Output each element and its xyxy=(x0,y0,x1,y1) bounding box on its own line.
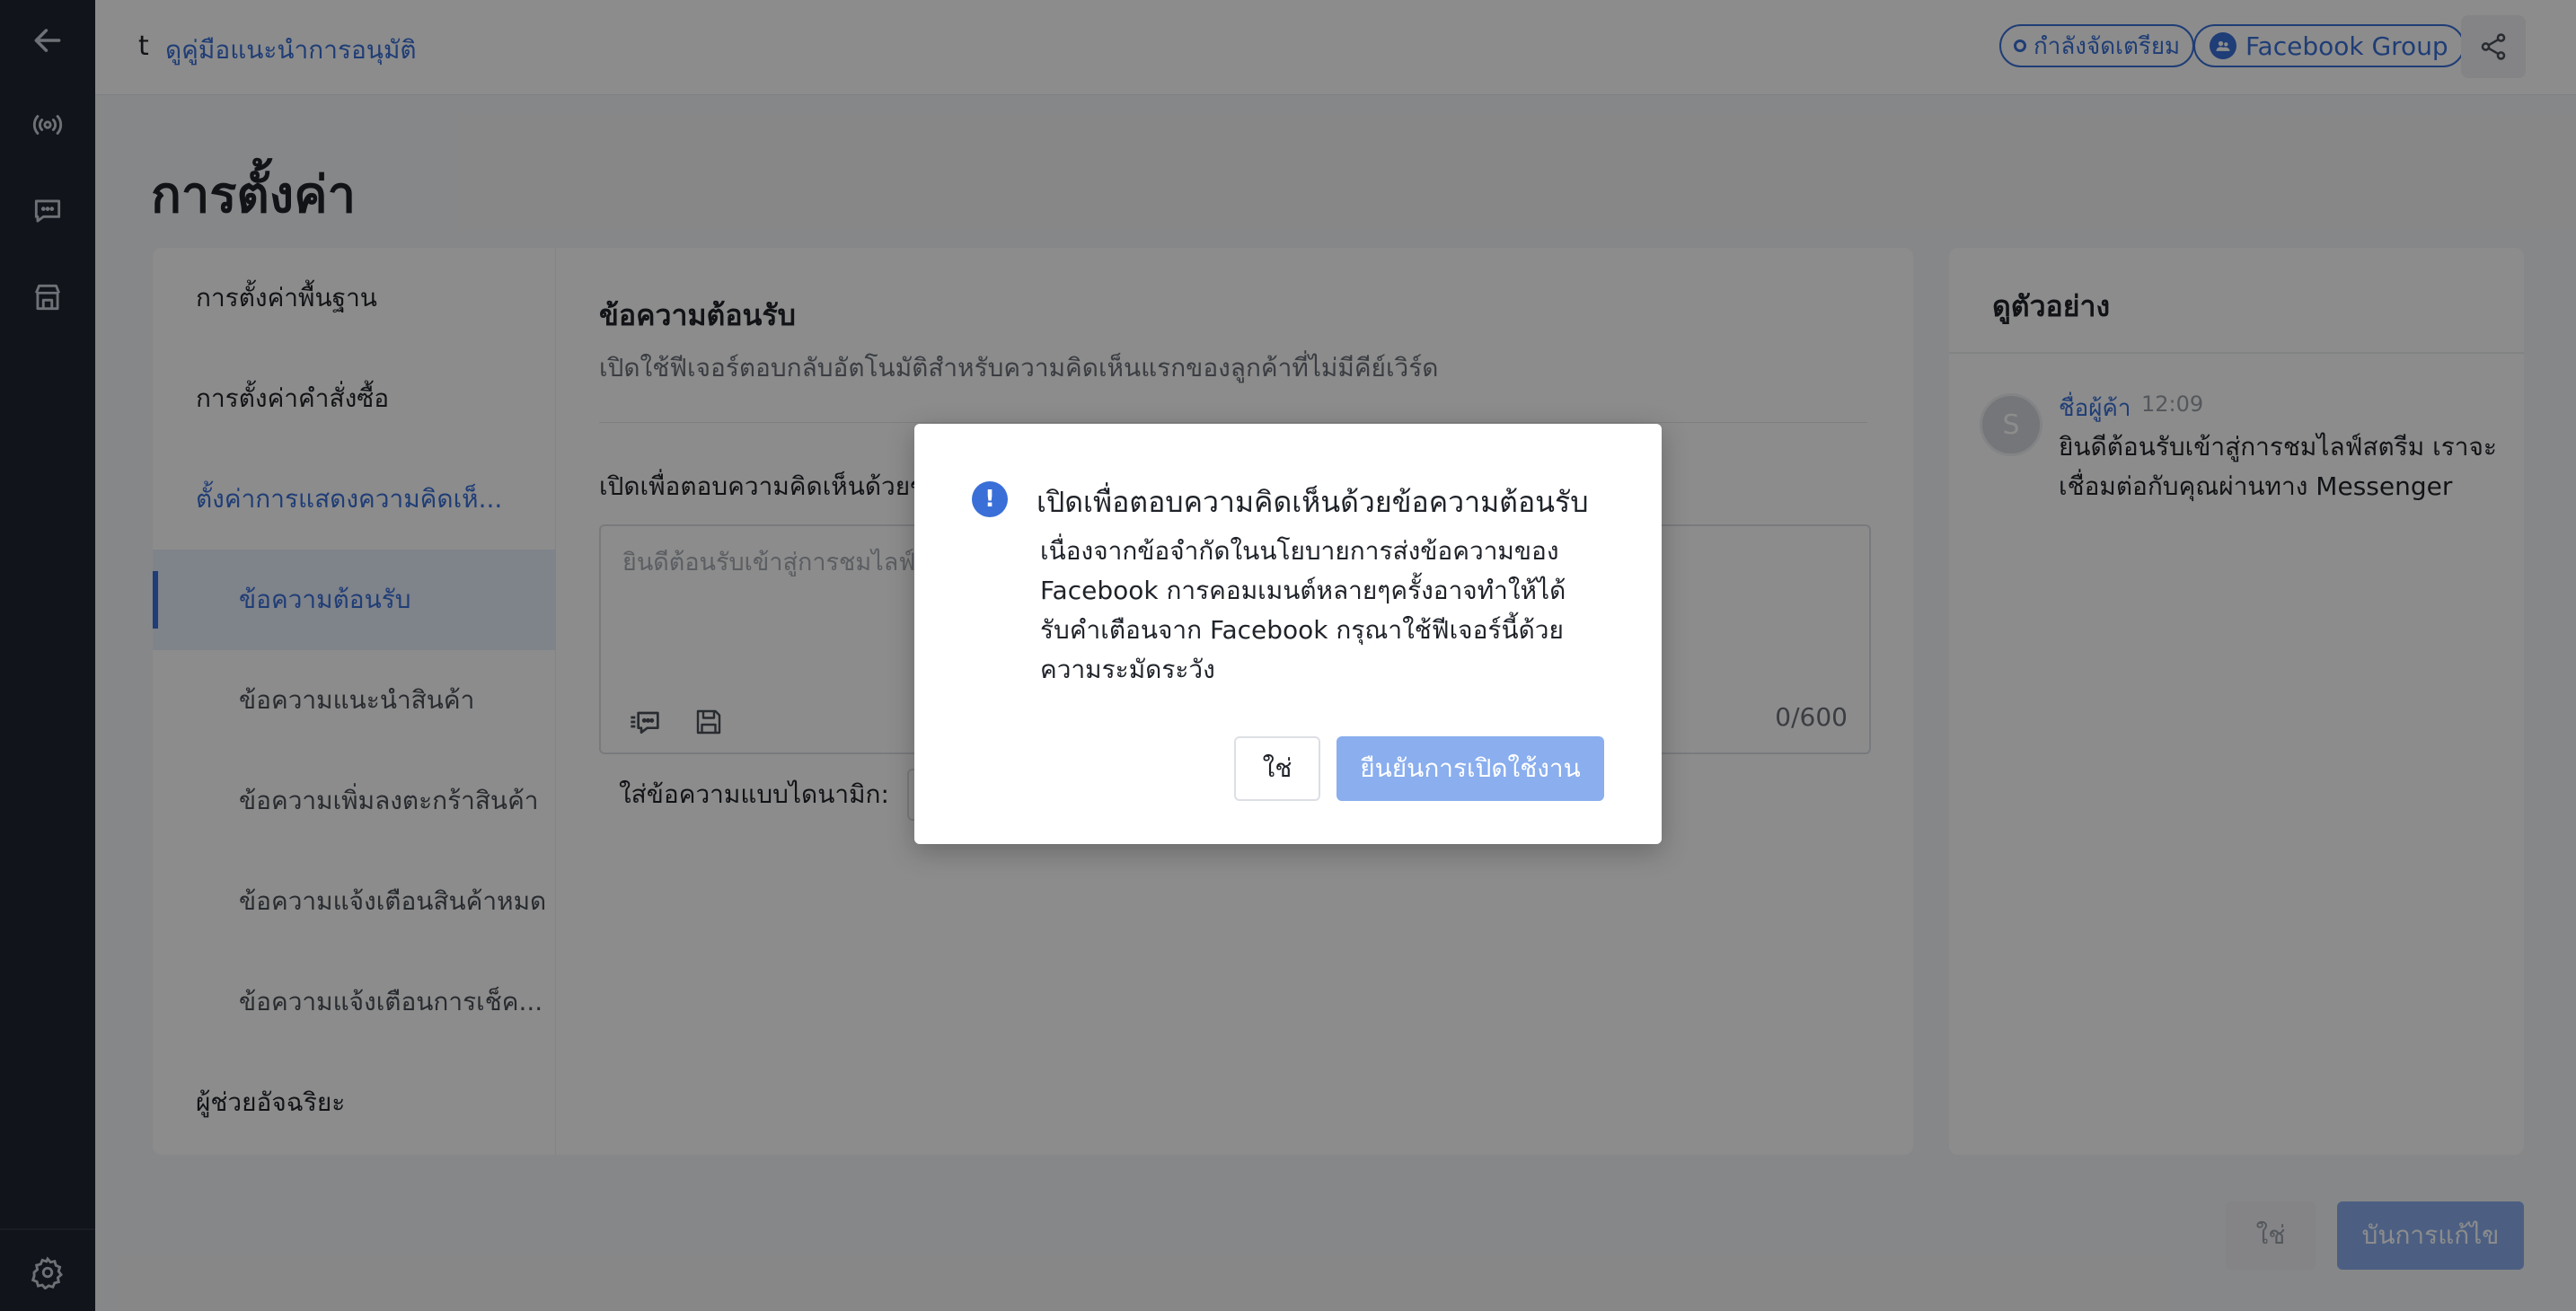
dialog-cancel-button[interactable]: ใช่ xyxy=(1234,736,1320,801)
dialog-body: เนื่องจากข้อจำกัดในนโยบายการส่งข้อความขอ… xyxy=(1040,536,1566,684)
confirm-dialog: ! เปิดเพื่อตอบความคิดเห็นด้วยข้อความต้อน… xyxy=(914,424,1662,844)
alert-icon: ! xyxy=(972,481,1008,517)
dialog-title: เปิดเพื่อตอบความคิดเห็นด้วยข้อความต้อนรั… xyxy=(1037,485,1589,519)
dialog-confirm-button[interactable]: ยืนยันการเปิดใช้งาน xyxy=(1337,736,1604,801)
